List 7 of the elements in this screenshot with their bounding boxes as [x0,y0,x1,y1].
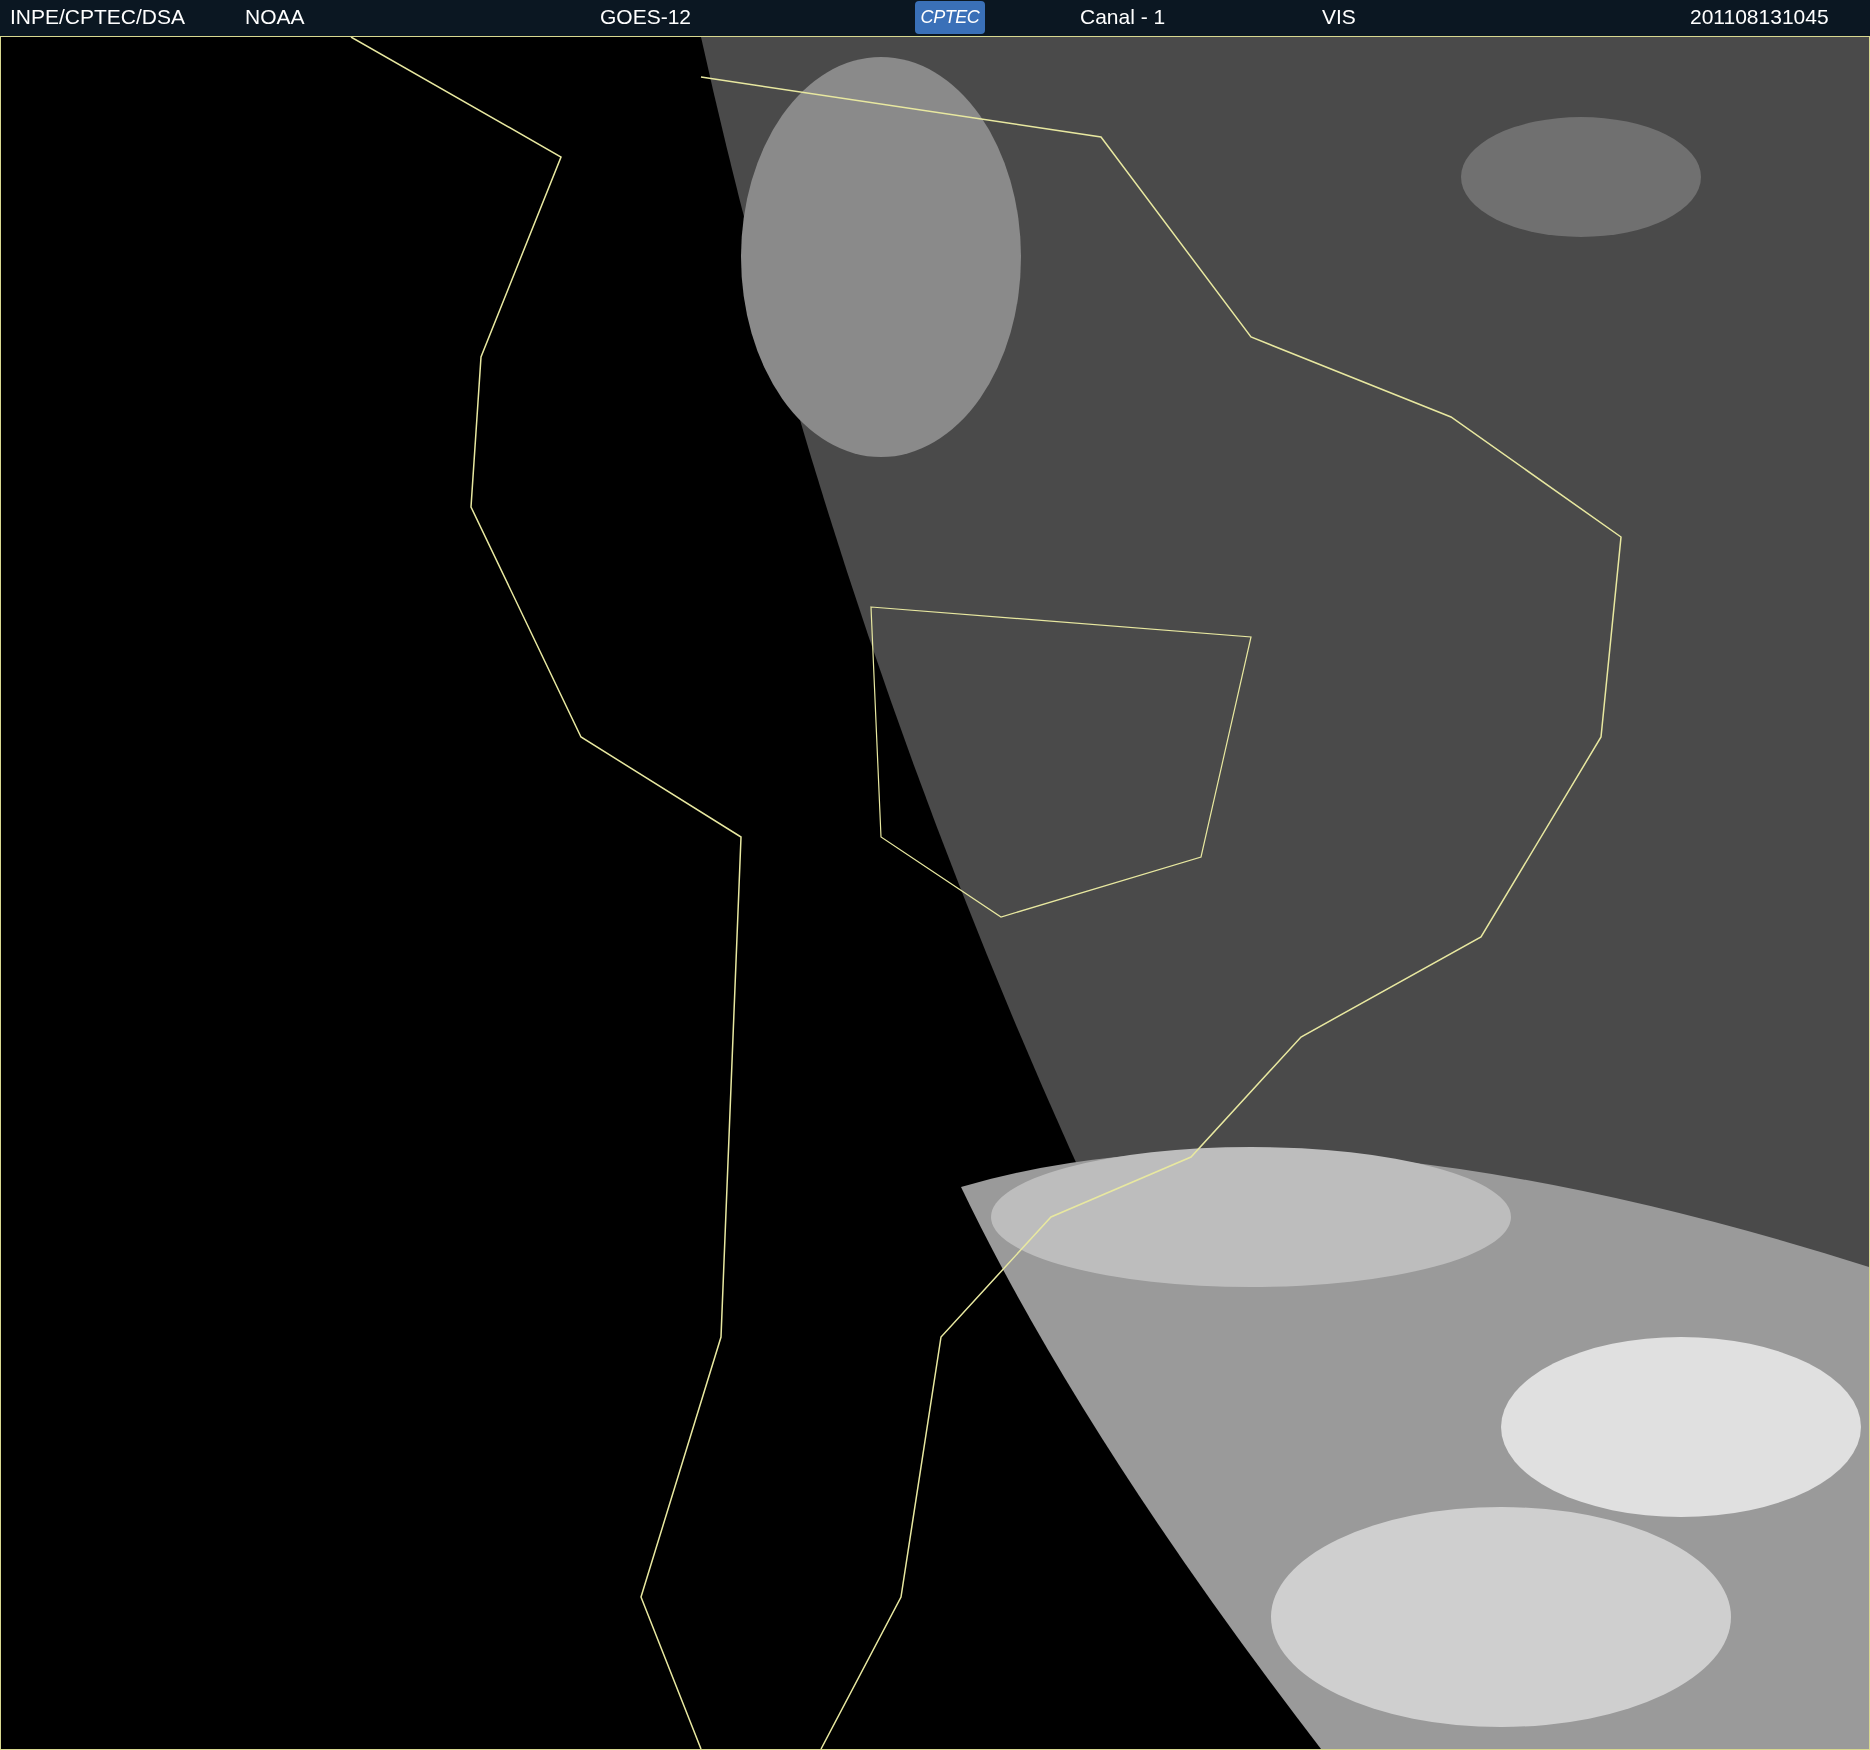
header-label: GOES-12 [600,6,692,27]
header-label: 201108131045 [1690,6,1829,27]
header-label: VIS [1322,6,1356,27]
header-label: Canal - 1 [1080,6,1166,27]
logo: CPTEC [915,1,985,34]
header-label: NOAA [245,6,305,27]
header-label: INPE/CPTEC/DSA [10,6,186,27]
